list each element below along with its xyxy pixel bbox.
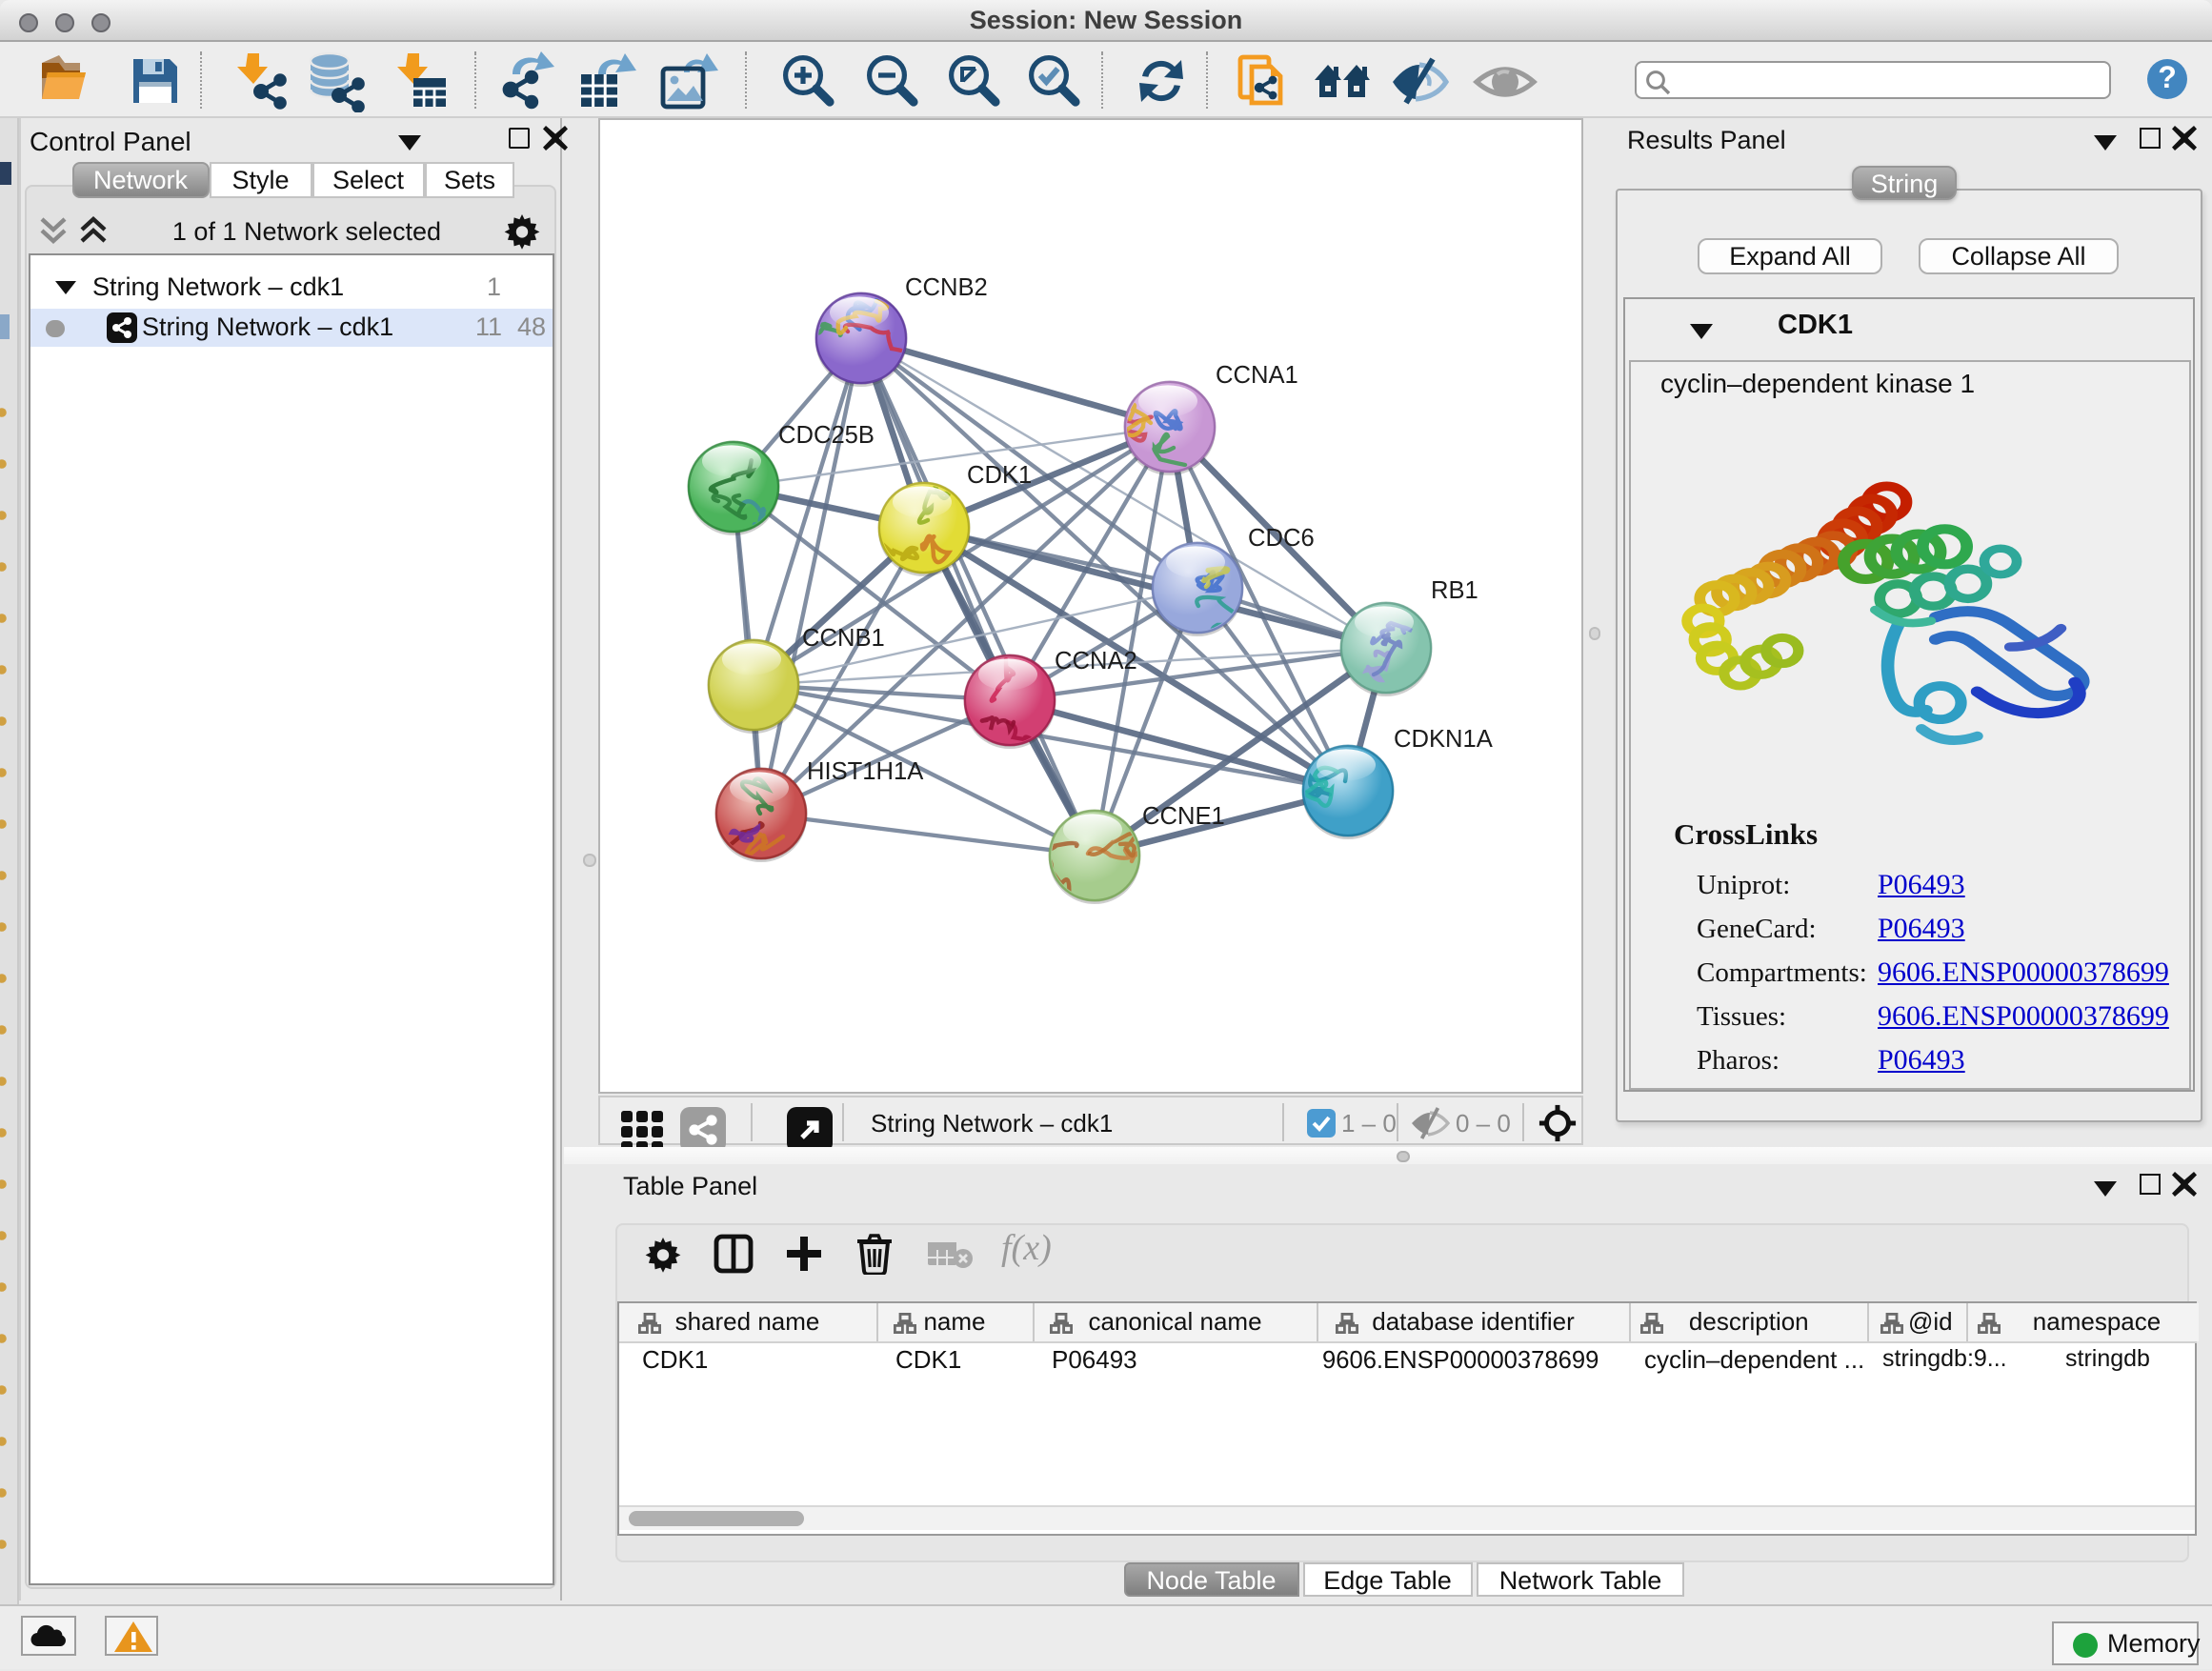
svg-text:CCNA2: CCNA2 (1055, 648, 1137, 674)
svg-text:CDK1: CDK1 (967, 462, 1032, 489)
svg-text:CCNB2: CCNB2 (905, 274, 988, 301)
svg-text:HIST1H1A: HIST1H1A (807, 758, 924, 785)
svg-text:CDKN1A: CDKN1A (1394, 726, 1494, 753)
svg-text:CCNA1: CCNA1 (1216, 362, 1298, 389)
svg-text:CDC6: CDC6 (1248, 525, 1315, 552)
svg-text:CCNB1: CCNB1 (802, 625, 885, 652)
svg-text:RB1: RB1 (1431, 577, 1478, 604)
svg-text:CCNE1: CCNE1 (1142, 803, 1225, 830)
svg-text:CDC25B: CDC25B (778, 422, 875, 449)
